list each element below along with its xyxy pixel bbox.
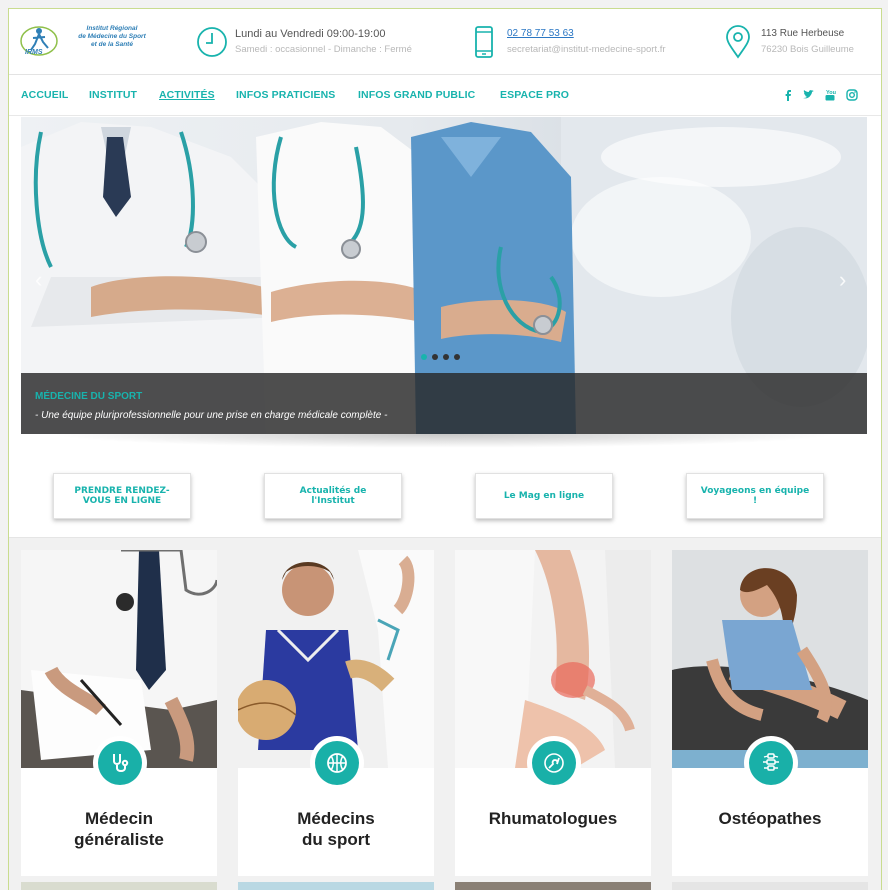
logo-line: de Médecine du Sport xyxy=(78,33,146,40)
magazine-button[interactable]: Le Mag en ligne xyxy=(475,473,613,519)
clock-icon xyxy=(197,27,227,57)
hours-weekdays: Lundi au Vendredi 09:00-19:00 xyxy=(235,28,386,40)
card-title-line: Médecins xyxy=(297,809,375,828)
facebook-icon[interactable] xyxy=(781,88,795,102)
card-osteopaths[interactable]: Ostéopathes xyxy=(672,550,868,876)
news-button[interactable]: Actualités de l'Institut xyxy=(264,473,402,519)
instagram-icon[interactable] xyxy=(845,88,859,102)
joint-icon xyxy=(544,753,564,773)
card-title: Médecin généraliste xyxy=(21,808,217,850)
address-city: 76230 Bois Guilleume xyxy=(761,44,854,55)
hero-subtitle: - Une équipe pluriprofessionnelle pour u… xyxy=(35,410,388,421)
next-card-peek xyxy=(672,882,868,890)
slide-dot[interactable] xyxy=(432,354,438,360)
card-title-line: Médecin xyxy=(84,809,154,828)
spine-icon xyxy=(763,753,779,771)
hero-slider[interactable]: ‹ › MÉDECINE DU SPORT - Une équipe pluri… xyxy=(21,117,867,434)
nav-accueil[interactable]: ACCUEIL xyxy=(21,89,68,101)
card-general-practitioner[interactable]: Médecin généraliste xyxy=(21,550,217,876)
stethoscope-icon xyxy=(113,754,129,772)
logo-line: et de la Santé xyxy=(91,41,133,48)
card-title: Ostéopathes xyxy=(672,808,868,829)
svg-text:IRMS: IRMS xyxy=(25,49,43,56)
slide-dot[interactable] xyxy=(443,354,449,360)
card-icon-wrap xyxy=(527,736,581,790)
twitter-icon[interactable] xyxy=(802,88,816,102)
button-label: Le Mag en ligne xyxy=(503,491,585,501)
hours-weekend: Samedi : occasionnel - Dimanche : Fermé xyxy=(235,44,412,55)
youtube-icon[interactable]: You xyxy=(823,88,837,102)
nav-infos-grand-public[interactable]: INFOS GRAND PUBLIC xyxy=(358,89,475,101)
card-icon-wrap xyxy=(310,736,364,790)
button-label: Voyageons en équipe ! xyxy=(700,486,810,506)
logo-icon: IRMS xyxy=(20,26,58,56)
card-rheumatologists[interactable]: Rhumatologues xyxy=(455,550,651,876)
next-card-peek xyxy=(238,882,434,890)
button-label: PRENDRE RENDEZ-VOUS EN LIGNE xyxy=(74,486,170,506)
next-slide-icon[interactable]: › xyxy=(839,267,846,293)
card-title-line: Ostéopathes xyxy=(718,809,822,828)
page: IRMS Institut Régional de Médecine du Sp… xyxy=(8,8,882,890)
next-card-peek xyxy=(455,882,651,890)
logo-text: Institut Régional de Médecine du Sport e… xyxy=(67,25,157,49)
nav-institut[interactable]: INSTITUT xyxy=(89,89,137,101)
logo-line: Institut Régional xyxy=(86,25,138,32)
hero-shadow xyxy=(49,434,839,448)
phone-icon xyxy=(475,26,493,58)
slide-dot[interactable] xyxy=(454,354,460,360)
travel-team-button[interactable]: Voyageons en équipe ! xyxy=(686,473,824,519)
location-pin-icon xyxy=(726,25,750,59)
nav-infos-praticiens[interactable]: INFOS PRATICIENS xyxy=(236,89,335,101)
address-street: 113 Rue Herbeuse xyxy=(761,28,845,39)
card-icon-wrap xyxy=(744,736,798,790)
phone-link[interactable]: 02 78 77 53 63 xyxy=(507,28,574,39)
card-icon-wrap xyxy=(93,736,147,790)
card-title-line: Rhumatologues xyxy=(488,809,618,828)
card-title: Rhumatologues xyxy=(455,808,651,829)
book-appointment-button[interactable]: PRENDRE RENDEZ-VOUS EN LIGNE xyxy=(53,473,191,519)
prev-slide-icon[interactable]: ‹ xyxy=(35,267,42,293)
slider-dots xyxy=(421,347,465,365)
hero-title: MÉDECINE DU SPORT xyxy=(35,391,143,402)
basketball-icon xyxy=(327,753,347,773)
card-title: Médecins du sport xyxy=(238,808,434,850)
slide-dot[interactable] xyxy=(421,354,427,360)
button-label: Actualités de l'Institut xyxy=(299,486,367,506)
top-info-bar: IRMS Institut Régional de Médecine du Sp… xyxy=(9,9,881,75)
nav-espace-pro[interactable]: ESPACE PRO xyxy=(500,89,569,101)
nav-activites[interactable]: ACTIVITÉS xyxy=(159,89,215,101)
hero-caption: MÉDECINE DU SPORT - Une équipe pluriprof… xyxy=(21,373,867,434)
card-sports-doctors[interactable]: Médecins du sport xyxy=(238,550,434,876)
site-logo[interactable]: IRMS Institut Régional de Médecine du Sp… xyxy=(19,22,159,60)
email-link[interactable]: secretariat@institut-medecine-sport.fr xyxy=(507,44,666,55)
main-nav: ACCUEIL INSTITUT ACTIVITÉS INFOS PRATICI… xyxy=(9,76,881,116)
card-title-line: du sport xyxy=(302,830,370,849)
card-title-line: généraliste xyxy=(74,830,164,849)
next-card-peek xyxy=(21,882,217,890)
